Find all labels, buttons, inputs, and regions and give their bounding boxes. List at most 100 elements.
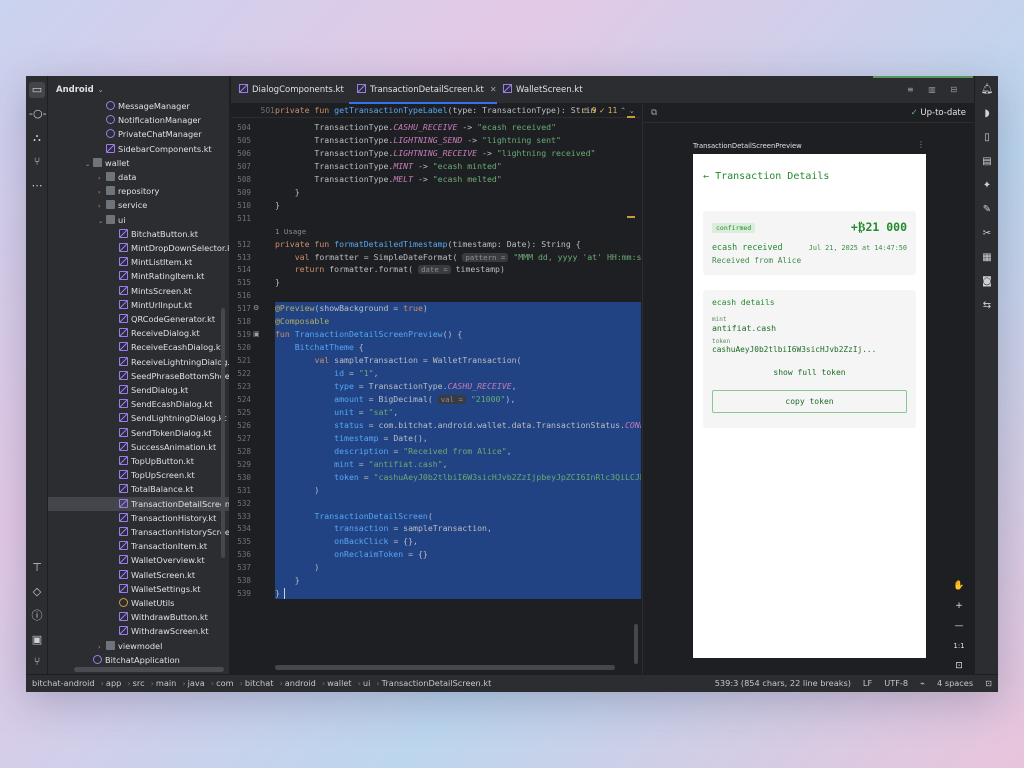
code-editor[interactable]: 504 505 506 507 508 509 510 511 512 513 514 515 516 5…	[231, 104, 641, 674]
device-manager-icon[interactable]: ▯	[979, 130, 995, 146]
tree-file[interactable]: MintsScreen.kt	[48, 284, 229, 298]
zoom-fit-button[interactable]: ⊡	[950, 658, 968, 674]
problems-tool-icon[interactable]: ⓘ	[29, 608, 45, 624]
layout-inspector-icon[interactable]: ▦	[979, 250, 995, 266]
tree-file[interactable]: NotificationManager	[48, 113, 229, 127]
breadcrumb-item[interactable]: android	[285, 678, 316, 688]
tree-file[interactable]: MintUrlInput.kt	[48, 298, 229, 312]
tree-file[interactable]: WalletScreen.kt	[48, 568, 229, 582]
breadcrumb-item[interactable]: app	[106, 678, 121, 688]
tree-file[interactable]: WalletSettings.kt	[48, 582, 229, 596]
tree-file[interactable]: TransactionDetailScreen.kt	[48, 496, 229, 511]
tree-file[interactable]: WithdrawScreen.kt	[48, 624, 229, 638]
project-vertical-scrollbar[interactable]	[221, 308, 225, 558]
editor-vertical-scrollbar[interactable]	[634, 624, 638, 664]
tab-transaction-detail-screen[interactable]: TransactionDetailScreen.kt ✕	[349, 76, 497, 104]
chevron-right-icon[interactable]: ›	[98, 199, 106, 212]
pencil-icon[interactable]: ✎	[979, 202, 995, 218]
breadcrumb-item[interactable]: src	[133, 678, 145, 688]
structure-tool-icon[interactable]: ⛬	[29, 130, 45, 146]
tree-file[interactable]: WalletOverview.kt	[48, 553, 229, 567]
project-horizontal-scrollbar[interactable]	[74, 667, 224, 672]
tree-file[interactable]: ReceiveDialog.kt	[48, 326, 229, 340]
notifications-icon[interactable]: 🔔︎	[979, 82, 995, 98]
tree-file[interactable]: TopUpButton.kt	[48, 454, 229, 468]
breadcrumb-item[interactable]: bitchat	[245, 678, 274, 688]
tree-file[interactable]: SendDialog.kt	[48, 383, 229, 397]
tree-file[interactable]: PrivateChatManager	[48, 127, 229, 141]
tree-file[interactable]: MintRatingItem.kt	[48, 269, 229, 283]
tree-file[interactable]: MintDropDownSelector.kt	[48, 241, 229, 255]
tree-file[interactable]: TotalBalance.kt	[48, 482, 229, 496]
breadcrumb-item[interactable]: com	[216, 678, 234, 688]
breadcrumb-item[interactable]: wallet	[327, 678, 352, 688]
tree-folder[interactable]: ⌄ ui	[48, 213, 229, 227]
zoom-out-button[interactable]: —	[950, 618, 968, 634]
tree-file[interactable]: SendEcashDialog.kt	[48, 397, 229, 411]
tree-file[interactable]: MintListItem.kt	[48, 255, 229, 269]
tree-file[interactable]: TransactionItem.kt	[48, 539, 229, 553]
preview-view-mode-icons[interactable]: ≡ ▥ ⊟	[907, 85, 963, 94]
show-full-token-button[interactable]: show full token	[703, 368, 916, 377]
tree-file[interactable]: ReceiveEcashDialog.kt	[48, 340, 229, 354]
tree-file[interactable]: TopUpScreen.kt	[48, 468, 229, 482]
chevron-right-icon[interactable]: ›	[98, 185, 106, 198]
tree-file[interactable]: SeedPhraseBottomSheet.kt	[48, 369, 229, 383]
logcat-icon[interactable]: ⇆	[979, 298, 995, 314]
tree-file[interactable]: QRCodeGenerator.kt	[48, 312, 229, 326]
tree-folder[interactable]: › data	[48, 170, 229, 184]
preview-settings-icon[interactable]: ⚙	[253, 304, 259, 312]
line-separator[interactable]: LF	[863, 675, 872, 692]
tree-file[interactable]: MessageManager	[48, 99, 229, 113]
git-tool-icon[interactable]: ⑂	[29, 654, 45, 670]
gem-tool-icon[interactable]: ◇	[29, 584, 45, 600]
lock-icon[interactable]: ⊡	[985, 675, 992, 692]
tree-file[interactable]: BitchatButton.kt	[48, 227, 229, 241]
preview-layout-icon[interactable]: ⧉	[651, 104, 657, 122]
pan-icon[interactable]: ✋	[950, 578, 968, 594]
tree-file[interactable]: SuccessAnimation.kt	[48, 440, 229, 454]
tree-file[interactable]: BitchatApplication	[48, 653, 229, 667]
more-options-icon[interactable]: ⋮	[917, 140, 925, 149]
branches-tool-icon[interactable]: ⑂	[29, 154, 45, 170]
chevron-right-icon[interactable]: ›	[98, 640, 106, 653]
back-arrow-icon[interactable]: ←	[703, 171, 709, 182]
chevron-right-icon[interactable]: ›	[98, 171, 106, 184]
indent-setting[interactable]: 4 spaces	[937, 675, 973, 692]
terminal-tool-icon[interactable]: ▣	[29, 632, 45, 648]
copy-token-button[interactable]: copy token	[712, 390, 907, 413]
more-tools-icon[interactable]: ⋯	[29, 178, 45, 194]
project-tool-icon[interactable]: ▭	[29, 82, 45, 98]
gradle-icon[interactable]: ◗	[979, 106, 995, 122]
breadcrumb-item[interactable]: main	[156, 678, 176, 688]
preview-device-frame[interactable]: ← Transaction Details confirmed +₿21 000…	[693, 154, 926, 658]
breadcrumb-item[interactable]: ui	[363, 678, 370, 688]
file-encoding[interactable]: UTF-8	[884, 675, 908, 692]
breadcrumb-item[interactable]: bitchat-android	[32, 678, 95, 688]
tree-file[interactable]: SendTokenDialog.kt	[48, 426, 229, 440]
tree-file[interactable]: TransactionHistory.kt	[48, 511, 229, 525]
run-preview-icon[interactable]: ▣	[253, 330, 260, 338]
tools-icon[interactable]: ✂	[979, 226, 995, 242]
tree-file[interactable]: WalletUtils	[48, 596, 229, 610]
zoom-actual-size-button[interactable]: 1:1	[950, 638, 968, 654]
tree-folder[interactable]: ⌄ wallet	[48, 156, 229, 170]
gemini-icon[interactable]: ✦	[979, 178, 995, 194]
tab-wallet-screen[interactable]: WalletScreen.kt	[495, 76, 583, 104]
breadcrumb-item[interactable]: java	[188, 678, 205, 688]
emulator-icon[interactable]: ◙	[979, 274, 995, 290]
tree-file[interactable]: TransactionHistoryScreen.kt	[48, 525, 229, 539]
caret-position[interactable]: 539:3 (854 chars, 22 line breaks)	[715, 675, 851, 692]
zoom-in-button[interactable]: +	[950, 598, 968, 614]
tree-folder[interactable]: › viewmodel	[48, 639, 229, 653]
tree-folder[interactable]: › service	[48, 198, 229, 212]
running-devices-icon[interactable]: ▤	[979, 154, 995, 170]
tree-file[interactable]: ReceiveLightningDialog.kt	[48, 355, 229, 369]
commit-tool-icon[interactable]: -○-	[29, 106, 47, 122]
tree-file[interactable]: SidebarComponents.kt	[48, 142, 229, 156]
editor-horizontal-scrollbar[interactable]	[275, 665, 615, 670]
tree-folder[interactable]: › repository	[48, 184, 229, 198]
tree-file[interactable]: WithdrawButton.kt	[48, 610, 229, 624]
format-icon[interactable]: ⌁	[920, 675, 925, 692]
chevron-down-icon[interactable]: ⌄	[98, 214, 106, 227]
